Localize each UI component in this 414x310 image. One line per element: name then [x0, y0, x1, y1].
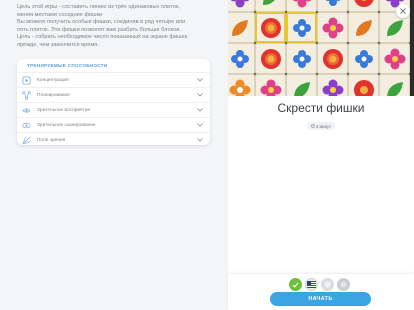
skill-label: Планирование: [37, 92, 70, 98]
tile-purple-flower: [317, 74, 348, 96]
description-line: меняя местами соседние фишки: [17, 11, 103, 18]
bottom-bar: НАЧАТЬ: [228, 274, 414, 310]
tile-purple-flower: [228, 0, 255, 12]
visual-perception-icon: [21, 105, 31, 115]
tile-pink-flower: [255, 74, 286, 96]
skill-item-planning[interactable]: Планирование: [17, 87, 210, 102]
close-button[interactable]: [396, 4, 410, 18]
description-line: пять плиток. Эти фишки позволят вам разб…: [17, 26, 181, 33]
level-completed-check-icon[interactable]: [289, 278, 302, 291]
tile-blue-flower-selected: [286, 12, 317, 43]
skill-label: Поле зрения: [37, 137, 66, 143]
clock-icon: [311, 123, 315, 129]
visual-scanning-icon: [21, 120, 31, 130]
chevron-down-icon: [195, 75, 205, 85]
tile-blue-flower: [228, 43, 255, 74]
field-of-view-icon: [21, 135, 31, 145]
chevron-down-icon: [195, 120, 205, 130]
tile-blue-flower: [317, 0, 348, 12]
skill-label: Концентрация: [37, 77, 69, 83]
tile-blue-flower: [348, 43, 379, 74]
skill-item-visual-perception[interactable]: Зрительное восприятие: [17, 102, 210, 117]
tile-red-flower-selected: [255, 12, 286, 43]
tile-red-flower: [348, 74, 379, 96]
skill-item-visual-scanning[interactable]: Зрительное сканирование: [17, 117, 210, 132]
tile-pink-flower: [286, 0, 317, 12]
tile-red-flower: [255, 43, 286, 74]
level-locked-icon[interactable]: [321, 278, 334, 291]
skill-label: Зрительное восприятие: [37, 107, 91, 113]
tile-orange-leaf: [228, 12, 255, 43]
skill-item-concentration[interactable]: Концентрация: [17, 72, 210, 87]
chevron-down-icon: [195, 90, 205, 100]
tile-pink-flower: [317, 12, 348, 43]
tile-blue-flower: [286, 43, 317, 74]
tile-red-flower: [317, 43, 348, 74]
difficulty-selector: [289, 278, 350, 291]
tile-red-flower: [348, 0, 379, 12]
tile-orange-flower: [228, 74, 255, 96]
description-line: Вы можете получить особые фишки, соедини…: [17, 19, 186, 26]
chevron-down-icon: [195, 135, 205, 145]
left-panel: Цель этой игры - составить линию из трёх…: [0, 0, 228, 310]
close-icon: [400, 8, 406, 14]
tile-green-leaf: [255, 0, 286, 12]
level-locked-icon[interactable]: [337, 278, 350, 291]
tile-green-leaf: [286, 74, 317, 96]
start-button[interactable]: НАЧАТЬ: [270, 292, 371, 306]
tile-pink-flower: [379, 43, 410, 74]
game-preview-panel: Скрести фишки 4 минут НАЧАТЬ: [228, 0, 414, 310]
planning-icon: [21, 90, 31, 100]
game-title: Скрести фишки: [277, 101, 365, 115]
trained-skills-card: ТРЕНИРУЕМЫЕ СПОСОБНОСТИ Концентрация Пла…: [17, 59, 210, 145]
skills-title: ТРЕНИРУЕМЫЕ СПОСОБНОСТИ: [27, 63, 108, 68]
game-description: Цель этой игры - составить линию из трёх…: [17, 4, 217, 50]
duration-badge: 4 минут: [307, 122, 335, 130]
concentration-icon: [21, 75, 31, 85]
duration-text: 4 минут: [315, 123, 332, 129]
skill-label: Зрительное сканирование: [37, 122, 96, 128]
description-line: Цель - собрать необходимое число показан…: [17, 34, 188, 41]
description-line: Цель этой игры - составить линию из трёх…: [17, 4, 180, 10]
level-flag-icon[interactable]: [305, 278, 318, 291]
skill-item-field-of-view[interactable]: Поле зрения: [17, 132, 210, 147]
chevron-down-icon: [195, 105, 205, 115]
game-board-preview: [228, 0, 414, 96]
tile-orange-leaf: [348, 12, 379, 43]
tile-green-leaf: [379, 74, 410, 96]
description-line: прежде, чем закончится время.: [17, 41, 99, 48]
